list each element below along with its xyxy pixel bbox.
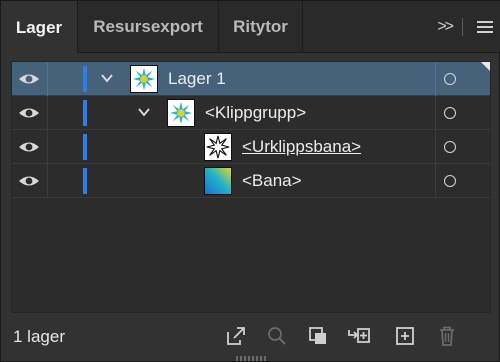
target-circle-icon[interactable] [444, 175, 456, 187]
layers-panel: Lager Resursexport Ritytor >> Lager 1 <K… [0, 0, 500, 362]
tab-ritytor[interactable]: Ritytor [219, 1, 303, 53]
resize-grip[interactable] [236, 356, 266, 361]
target-circle-icon[interactable] [444, 73, 456, 85]
layer-name[interactable]: <Klippgrupp> [205, 103, 306, 123]
divider [47, 164, 48, 198]
chevron-down-icon[interactable] [138, 106, 150, 118]
divider [435, 96, 436, 130]
layer-name[interactable]: Lager 1 [168, 69, 226, 89]
divider [435, 130, 436, 164]
tab-bar-controls: >> [437, 1, 493, 53]
layer-color-bar [83, 100, 87, 126]
chevron-down-icon[interactable] [101, 72, 113, 84]
collapse-panels-icon[interactable]: >> [437, 18, 454, 36]
visibility-eye-icon[interactable] [18, 172, 40, 190]
visibility-eye-icon[interactable] [18, 104, 40, 122]
layer-color-bar [83, 168, 87, 194]
layer-count: 1 lager [13, 327, 65, 346]
starburst-thumbnail-icon [167, 99, 195, 127]
divider [462, 18, 463, 36]
visibility-eye-icon[interactable] [18, 70, 40, 88]
layer-name[interactable]: <Bana> [242, 171, 302, 191]
delete-icon [440, 326, 454, 346]
starburst-thumbnail-icon [130, 65, 158, 93]
divider [47, 62, 48, 96]
clipping-mask-icon[interactable] [306, 324, 330, 348]
divider [435, 164, 436, 198]
layer-list: Lager 1 <Klippgrupp> <Urklippsbana> <Ban… [11, 61, 491, 313]
new-sublayer-icon[interactable] [347, 324, 371, 348]
layer-row-lager-1[interactable]: Lager 1 [12, 62, 490, 96]
layer-row-klippgrupp[interactable]: <Klippgrupp> [12, 96, 490, 130]
tab-resursexport[interactable]: Resursexport [78, 1, 219, 53]
divider [47, 96, 48, 130]
visibility-eye-icon[interactable] [18, 138, 40, 156]
new-layer-icon[interactable] [393, 324, 417, 348]
panel-menu-icon[interactable] [477, 20, 493, 34]
export-icon[interactable] [224, 324, 248, 348]
divider [435, 62, 436, 96]
tab-bar: Lager Resursexport Ritytor >> [1, 1, 500, 54]
tab-lager[interactable]: Lager [1, 1, 78, 54]
layer-row-urklippsbana[interactable]: <Urklippsbana> [12, 130, 490, 164]
star-outline-thumbnail-icon [204, 133, 232, 161]
target-circle-icon[interactable] [444, 141, 456, 153]
layer-color-bar [83, 134, 87, 160]
layer-color-bar [83, 66, 87, 92]
panel-footer: 1 lager [1, 319, 500, 355]
layer-row-bana[interactable]: <Bana> [12, 164, 490, 198]
layer-name[interactable]: <Urklippsbana> [242, 137, 361, 157]
locate-object-icon [268, 327, 286, 345]
selection-corner-indicator [481, 62, 490, 71]
gradient-thumbnail-icon [204, 167, 232, 195]
target-circle-icon[interactable] [444, 107, 456, 119]
divider [47, 130, 48, 164]
